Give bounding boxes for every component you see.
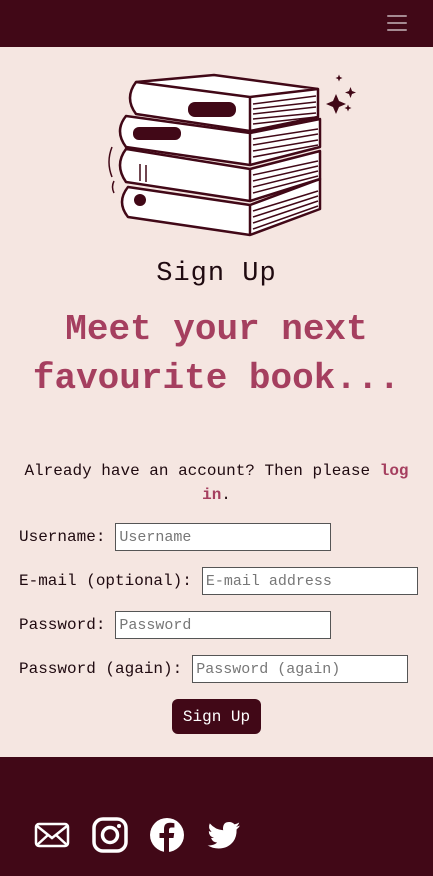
instagram-icon[interactable]: [92, 817, 128, 853]
hamburger-menu-icon[interactable]: [387, 14, 407, 32]
navbar: [0, 0, 433, 47]
password-input[interactable]: [115, 611, 332, 639]
email-label: E-mail (optional):: [19, 572, 192, 590]
login-prompt-text: Already have an account? Then please: [24, 462, 380, 480]
email-input[interactable]: [201, 567, 418, 595]
password-again-input[interactable]: [192, 655, 409, 683]
password-row: Password:: [19, 611, 332, 639]
headline: Meet your next favourite book...: [0, 305, 433, 403]
username-input[interactable]: [115, 523, 332, 551]
headline-text: Meet your next favourite book...: [32, 309, 401, 399]
email-icon[interactable]: [34, 817, 70, 853]
twitter-icon[interactable]: [206, 817, 242, 853]
password-label: Password:: [19, 616, 106, 634]
signup-button[interactable]: Sign Up: [172, 699, 261, 734]
stacked-books-illustration: [108, 73, 356, 237]
username-row: Username:: [19, 523, 332, 551]
footer: [0, 757, 433, 876]
password-again-row: Password (again):: [19, 655, 409, 683]
email-row: E-mail (optional):: [19, 567, 418, 595]
login-suffix: .: [221, 486, 231, 504]
main-content: Sign Up Meet your next favourite book...…: [0, 47, 433, 757]
username-label: Username:: [19, 528, 106, 546]
password-again-label: Password (again):: [19, 660, 183, 678]
login-prompt: Already have an account? Then please log…: [20, 459, 413, 507]
page-title: Sign Up: [156, 259, 277, 289]
facebook-icon[interactable]: [149, 817, 185, 853]
